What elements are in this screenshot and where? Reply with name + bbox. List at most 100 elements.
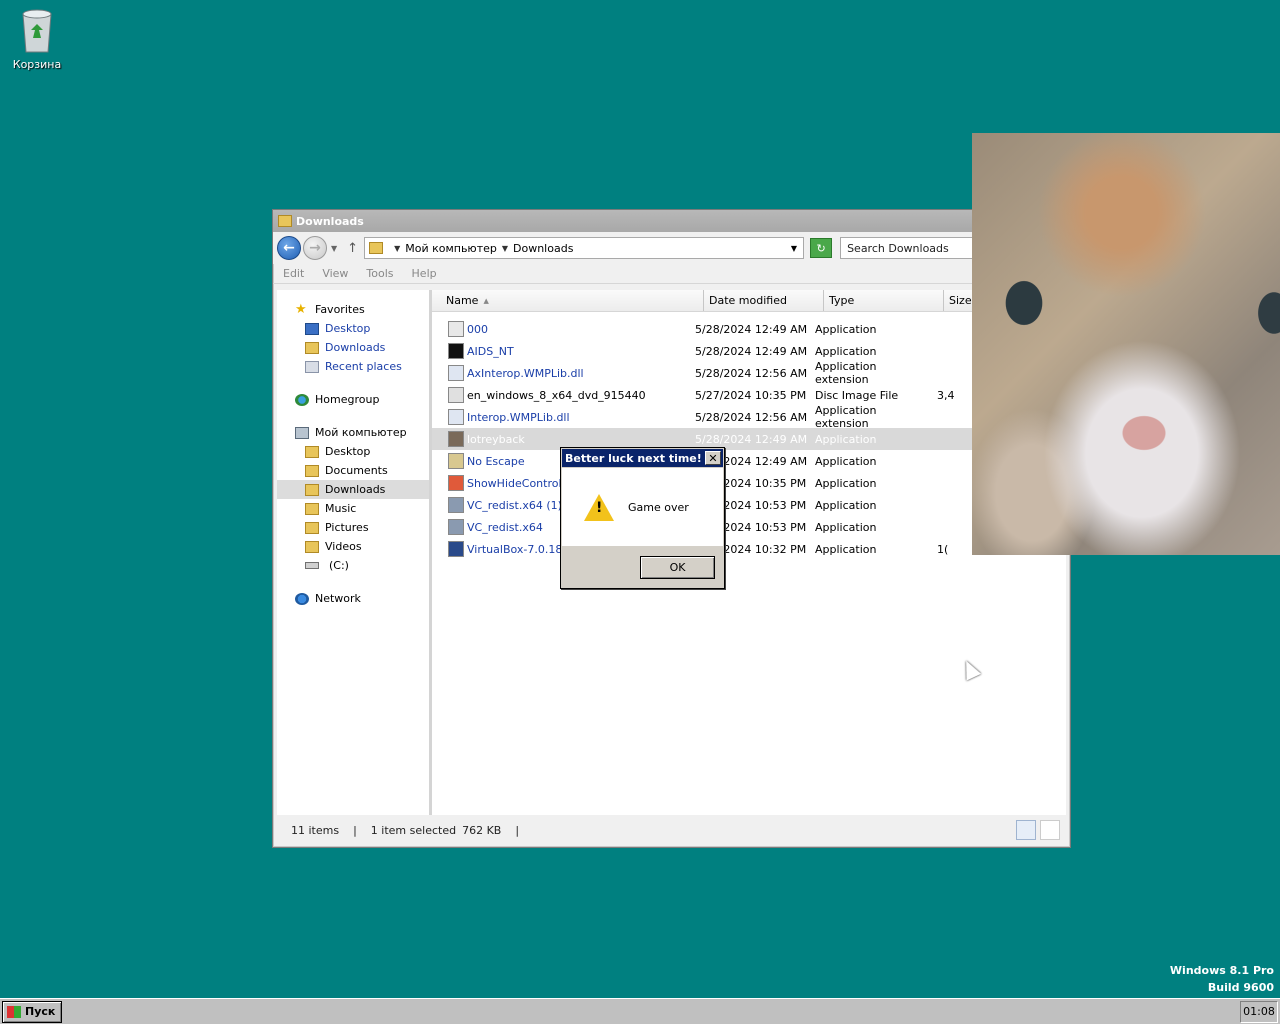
file-name: 000 xyxy=(467,322,488,336)
nav-computer-label: Мой компьютер xyxy=(315,426,407,439)
table-row[interactable]: VirtualBox-7.0.18- 5/27/2024 10:32 PM Appl… xyxy=(432,538,1066,560)
menu-edit[interactable]: Edit xyxy=(283,267,304,280)
file-name-cell: AIDS_NT xyxy=(432,343,690,359)
recent-pages-dropdown-icon[interactable]: ▼ xyxy=(331,244,337,253)
menu-view[interactable]: View xyxy=(322,267,348,280)
file-date: 5/28/2024 12:56 AM xyxy=(695,410,808,424)
refresh-button[interactable]: ↻ xyxy=(810,238,833,258)
up-arrow-icon[interactable]: ↑ xyxy=(347,241,358,256)
file-name-cell: AxInterop.WMPLib.dll xyxy=(432,365,690,381)
status-selected: 1 item selected xyxy=(370,823,457,837)
file-date: 5/28/2024 12:49 AM xyxy=(695,322,808,336)
nav-homegroup[interactable]: Homegroup xyxy=(277,390,429,409)
dialog-titlebar[interactable]: Better luck next time! ✕ xyxy=(562,449,723,467)
file-name: AIDS_NT xyxy=(467,344,514,358)
chevron-right-icon[interactable]: ▼ xyxy=(394,244,400,253)
nav-pc-documents[interactable]: Documents xyxy=(277,461,429,480)
nav-fav-downloads[interactable]: Downloads xyxy=(277,338,429,357)
column-date-label: Date modified xyxy=(709,294,787,307)
dialog-title: Better luck next time! xyxy=(565,451,702,465)
back-button[interactable]: ← xyxy=(277,236,301,260)
file-icon xyxy=(448,497,464,513)
table-row[interactable]: VC_redist.x64 5/27/2024 10:53 PM Applicati… xyxy=(432,516,1066,538)
table-row[interactable]: 000 5/28/2024 12:49 AM Application xyxy=(432,318,1066,340)
nav-pc-pictures[interactable]: Pictures xyxy=(277,518,429,537)
start-label: Пуск xyxy=(25,1005,56,1018)
file-rows: 000 5/28/2024 12:49 AM Application AIDS_NT 5… xyxy=(432,312,1066,560)
details-view-icon[interactable] xyxy=(1016,820,1036,840)
table-row[interactable]: AIDS_NT 5/28/2024 12:49 AM Application xyxy=(432,340,1066,362)
file-name: AxInterop.WMPLib.dll xyxy=(467,366,584,380)
start-button[interactable]: Пуск xyxy=(2,1000,63,1023)
breadcrumb-computer[interactable]: Мой компьютер xyxy=(405,242,497,255)
file-date: 5/28/2024 12:49 AM xyxy=(695,344,808,358)
close-icon[interactable]: ✕ xyxy=(705,451,721,465)
column-name-label: Name xyxy=(446,294,479,307)
menu-bar: Edit View Tools Help xyxy=(273,264,1070,284)
recent-places-icon xyxy=(305,360,319,373)
recycle-bin-shortcut[interactable]: Корзина xyxy=(8,6,66,71)
nav-computer[interactable]: Мой компьютер xyxy=(277,423,429,442)
nav-pc-desktop[interactable]: Desktop xyxy=(277,442,429,461)
menu-help[interactable]: Help xyxy=(412,267,437,280)
watermark-edition: Windows 8.1 Pro xyxy=(1169,964,1274,977)
status-separator: | xyxy=(515,823,520,837)
table-row[interactable]: AxInterop.WMPLib.dll 5/28/2024 12:56 AM Ap… xyxy=(432,360,1066,386)
file-name: en_windows_8_x64_dvd_915440 xyxy=(467,388,646,402)
file-icon xyxy=(448,519,464,535)
menu-tools[interactable]: Tools xyxy=(366,267,393,280)
table-row[interactable]: en_windows_8_x64_dvd_915440 5/27/2024 10:… xyxy=(432,384,1066,406)
table-row[interactable]: lotreyback 5/28/2024 12:49 AM Application xyxy=(432,428,1066,450)
computer-icon xyxy=(295,426,309,439)
documents-folder-icon xyxy=(305,464,319,477)
status-item-count: 11 items xyxy=(291,823,340,837)
file-name: Interop.WMPLib.dll xyxy=(467,410,570,424)
nav-fav-recent[interactable]: Recent places xyxy=(277,357,429,376)
column-header-type[interactable]: Type xyxy=(824,290,944,311)
nav-pc-downloads[interactable]: Downloads xyxy=(277,480,429,499)
column-header-date[interactable]: Date modified xyxy=(704,290,824,311)
nav-network-label: Network xyxy=(315,592,361,605)
nav-pc-music[interactable]: Music xyxy=(277,499,429,518)
nav-pc-documents-label: Documents xyxy=(325,464,388,477)
file-name: VC_redist.x64 xyxy=(467,520,543,534)
window-titlebar[interactable]: Downloads xyxy=(273,210,1070,232)
recycle-bin-icon xyxy=(17,6,57,54)
file-icon xyxy=(448,365,464,381)
large-icons-view-icon[interactable] xyxy=(1040,820,1060,840)
file-type: Application xyxy=(815,498,877,512)
system-clock[interactable]: 01:08 xyxy=(1240,1000,1278,1023)
drive-icon xyxy=(305,562,319,569)
music-folder-icon xyxy=(305,502,319,515)
file-type: Application xyxy=(815,520,877,534)
navigation-pane: ★ Favorites Desktop Downloads Recent pla… xyxy=(277,290,432,815)
warning-icon: ! xyxy=(584,493,614,521)
status-bar: 11 items | 1 item selected 762 KB | xyxy=(277,817,1066,843)
downloads-folder-icon xyxy=(305,341,319,354)
column-header-name[interactable]: Name ▲ xyxy=(432,290,704,311)
file-icon xyxy=(448,321,464,337)
file-list: Name ▲ Date modified Type Size 000 5/28/20… xyxy=(432,290,1066,815)
nav-pc-videos[interactable]: Videos xyxy=(277,537,429,556)
nav-network[interactable]: Network xyxy=(277,589,429,608)
breadcrumb-downloads[interactable]: Downloads xyxy=(513,242,573,255)
file-type: Application extension xyxy=(815,360,877,386)
file-icon xyxy=(448,453,464,469)
table-row[interactable]: ShowHideControls 5/27/2024 10:35 PM Applic… xyxy=(432,472,1066,494)
table-row[interactable]: No Escape 5/28/2024 12:49 AM Application xyxy=(432,450,1066,472)
nav-favorites[interactable]: ★ Favorites xyxy=(277,300,429,319)
folder-icon xyxy=(305,445,319,458)
file-date: 5/28/2024 12:49 AM xyxy=(695,432,808,446)
nav-fav-desktop[interactable]: Desktop xyxy=(277,319,429,338)
view-toggle xyxy=(1016,820,1060,840)
forward-button[interactable]: → xyxy=(303,236,327,260)
address-dropdown-icon[interactable]: ▼ xyxy=(791,244,797,253)
table-row[interactable]: VC_redist.x64 (1) 5/27/2024 10:53 PM Appli… xyxy=(432,494,1066,516)
file-type: Application extension xyxy=(815,404,877,430)
table-row[interactable]: Interop.WMPLib.dll 5/28/2024 12:56 AM Appl… xyxy=(432,404,1066,430)
file-name-cell: Interop.WMPLib.dll xyxy=(432,409,690,425)
chevron-right-icon[interactable]: ▼ xyxy=(502,244,508,253)
address-bar[interactable]: ▼ Мой компьютер ▼ Downloads ▼ xyxy=(364,237,805,259)
ok-button[interactable]: OK xyxy=(640,556,715,579)
nav-pc-drive-c[interactable]: (C:) xyxy=(277,556,429,575)
